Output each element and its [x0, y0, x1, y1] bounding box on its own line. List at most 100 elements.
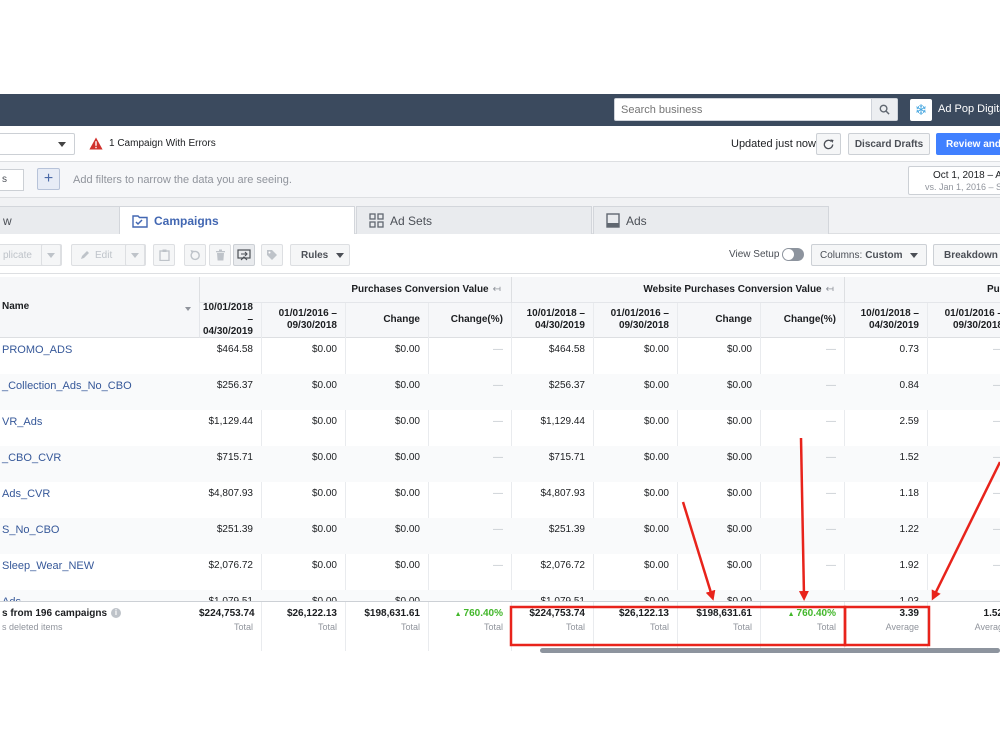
clipboard-icon	[158, 249, 170, 261]
refresh-button[interactable]	[816, 133, 841, 155]
tab-ads[interactable]: Ads	[593, 206, 829, 234]
search-business-input[interactable]	[615, 99, 871, 120]
chevron-down-icon	[910, 252, 919, 258]
export-button[interactable]	[233, 244, 255, 266]
columns-dropdown[interactable]: Columns: Custom	[811, 244, 927, 266]
table-cell: 1.22	[899, 524, 919, 535]
filter-hint-text[interactable]: Add filters to narrow the data you are s…	[73, 174, 292, 186]
table-cell: —	[493, 344, 503, 355]
duplicate-label: plicate	[3, 249, 32, 261]
table-cell: $256.37	[216, 380, 253, 391]
rules-dropdown[interactable]: Rules	[290, 244, 350, 266]
group-header-purchases-conversion-value[interactable]: Purchases Conversion Value ↤	[199, 277, 511, 303]
duplicate-menu-button[interactable]	[41, 244, 61, 266]
search-business-box[interactable]	[614, 98, 898, 121]
column-header-range2[interactable]: 01/01/2016 –09/30/2018	[261, 303, 345, 338]
totals-aggregation-label: Averag	[974, 622, 1000, 632]
chevron-down-icon	[336, 252, 345, 258]
horizontal-scrollbar[interactable]	[540, 648, 1000, 653]
table-cell: $0.00	[726, 452, 752, 463]
columns-value: Custom	[865, 249, 903, 261]
table-cell: $464.58	[216, 344, 253, 355]
column-header-range1[interactable]: 10/01/2018 –04/30/2019	[199, 302, 261, 338]
totals-aggregation-label: Total	[649, 622, 669, 632]
actions-toolbar: plicate Edit Rules View Setup Columns: Cu…	[0, 234, 1000, 274]
account-selector-dropdown[interactable]	[0, 133, 75, 155]
column-header-name[interactable]: Name	[0, 277, 199, 338]
table-cell: $715.71	[548, 452, 585, 463]
column-header-line: 01/01/2016 –	[944, 308, 1000, 319]
column-header-line: 09/30/2018	[618, 320, 669, 331]
sort-caret-icon[interactable]	[185, 307, 191, 311]
table-cell: $0.00	[311, 452, 337, 463]
table-cell: —	[927, 524, 1000, 535]
level-tabs: w Campaigns Ad Sets Ads	[0, 198, 1000, 235]
info-icon[interactable]: i	[111, 608, 122, 618]
table-cell: $2,076.72	[208, 560, 254, 571]
filter-preset-dropdown[interactable]: s	[0, 169, 24, 191]
totals-value: 3.39	[899, 608, 919, 619]
column-header-range1[interactable]: 10/01/2018 –04/30/2019	[511, 303, 593, 338]
group-header-website-purchases-conversion-value[interactable]: Website Purchases Conversion Value ↤	[511, 277, 844, 303]
date-range-picker[interactable]: Oct 1, 2018 – Ap vs. Jan 1, 2016 – S	[908, 166, 1000, 195]
tag-button[interactable]	[261, 244, 283, 266]
view-setup-toggle[interactable]	[782, 248, 804, 261]
review-and-publish-button[interactable]: Review and	[936, 133, 1000, 155]
campaign-name-link[interactable]: PROMO_ADS	[2, 344, 72, 356]
column-header-range1[interactable]: 10/01/2018 –04/30/2019	[844, 303, 927, 338]
totals-value-text: 760.40%	[463, 608, 503, 619]
totals-aggregation-label: Total	[816, 622, 836, 632]
tab-account-overview[interactable]: w	[0, 206, 120, 234]
column-divider	[593, 602, 594, 642]
edit-menu-button[interactable]	[125, 244, 145, 266]
campaign-name-link[interactable]: VR_Ads	[2, 416, 42, 428]
table-cell: —	[826, 452, 836, 463]
search-button[interactable]	[871, 99, 897, 120]
campaign-name-link[interactable]: _CBO_CVR	[2, 452, 61, 464]
trash-icon	[215, 249, 225, 261]
delete-button[interactable]	[209, 244, 231, 266]
totals-value: $198,631.61	[364, 608, 420, 619]
table-cell: $0.00	[726, 344, 752, 355]
column-header-range2[interactable]: 01/01/2016 –09/30/2018	[593, 303, 677, 338]
campaign-name-link[interactable]: _Collection_Ads_No_CBO	[2, 380, 132, 392]
chevron-down-icon	[131, 252, 139, 258]
campaign-name-link[interactable]: Ads_CVR	[2, 488, 50, 500]
table-cell: $0.00	[643, 416, 669, 427]
column-divider	[677, 602, 678, 642]
account-name[interactable]: Ad Pop Digital	[938, 103, 1000, 115]
column-header-change-pct[interactable]: Change(%)	[428, 303, 511, 338]
business-snowflake-icon[interactable]: ❄	[910, 99, 932, 121]
table-cell: —	[493, 560, 503, 571]
table-cell: —	[927, 344, 1000, 355]
campaign-name-link[interactable]: Sleep_Wear_NEW	[2, 560, 94, 572]
create-ab-test-button[interactable]	[153, 244, 175, 266]
pin-column-icon[interactable]: ↤	[826, 284, 834, 295]
table-cell: $0.00	[394, 560, 420, 571]
tab-ad-sets[interactable]: Ad Sets	[356, 206, 592, 234]
table-cell: $256.37	[548, 380, 585, 391]
discard-drafts-button[interactable]: Discard Drafts	[848, 133, 930, 155]
totals-aggregation-label: Total	[317, 622, 337, 632]
pin-column-icon[interactable]: ↤	[493, 284, 501, 295]
column-header-change[interactable]: Change	[345, 303, 428, 338]
totals-value: 1.52	[983, 608, 1000, 619]
totals-aggregation-label: Total	[732, 622, 752, 632]
top-navigation-bar: ❄ Ad Pop Digital	[0, 94, 1000, 126]
add-filter-button[interactable]: +	[37, 168, 60, 190]
group-header-label: Purchases Conversion Value	[351, 284, 489, 295]
table-cell: —	[826, 524, 836, 535]
tab-campaigns[interactable]: Campaigns	[119, 206, 355, 235]
table-cell: 1.92	[899, 560, 919, 571]
campaign-errors-link[interactable]: 1 Campaign With Errors	[109, 138, 216, 149]
campaign-name-link[interactable]: S_No_CBO	[2, 524, 59, 536]
undo-button[interactable]	[184, 244, 206, 266]
column-header-line: 04/30/2019	[202, 326, 253, 337]
breakdown-dropdown[interactable]: Breakdown	[933, 244, 1000, 266]
group-header-third[interactable]: Pur	[844, 277, 1000, 303]
column-header-range2[interactable]: 01/01/2016 –09/30/2018	[927, 303, 1000, 338]
column-header-line: 10/01/2018 –	[526, 308, 585, 319]
column-header-change-pct[interactable]: Change(%)	[760, 303, 844, 338]
up-arrow-icon: ▲	[454, 611, 464, 618]
column-header-change[interactable]: Change	[677, 303, 760, 338]
